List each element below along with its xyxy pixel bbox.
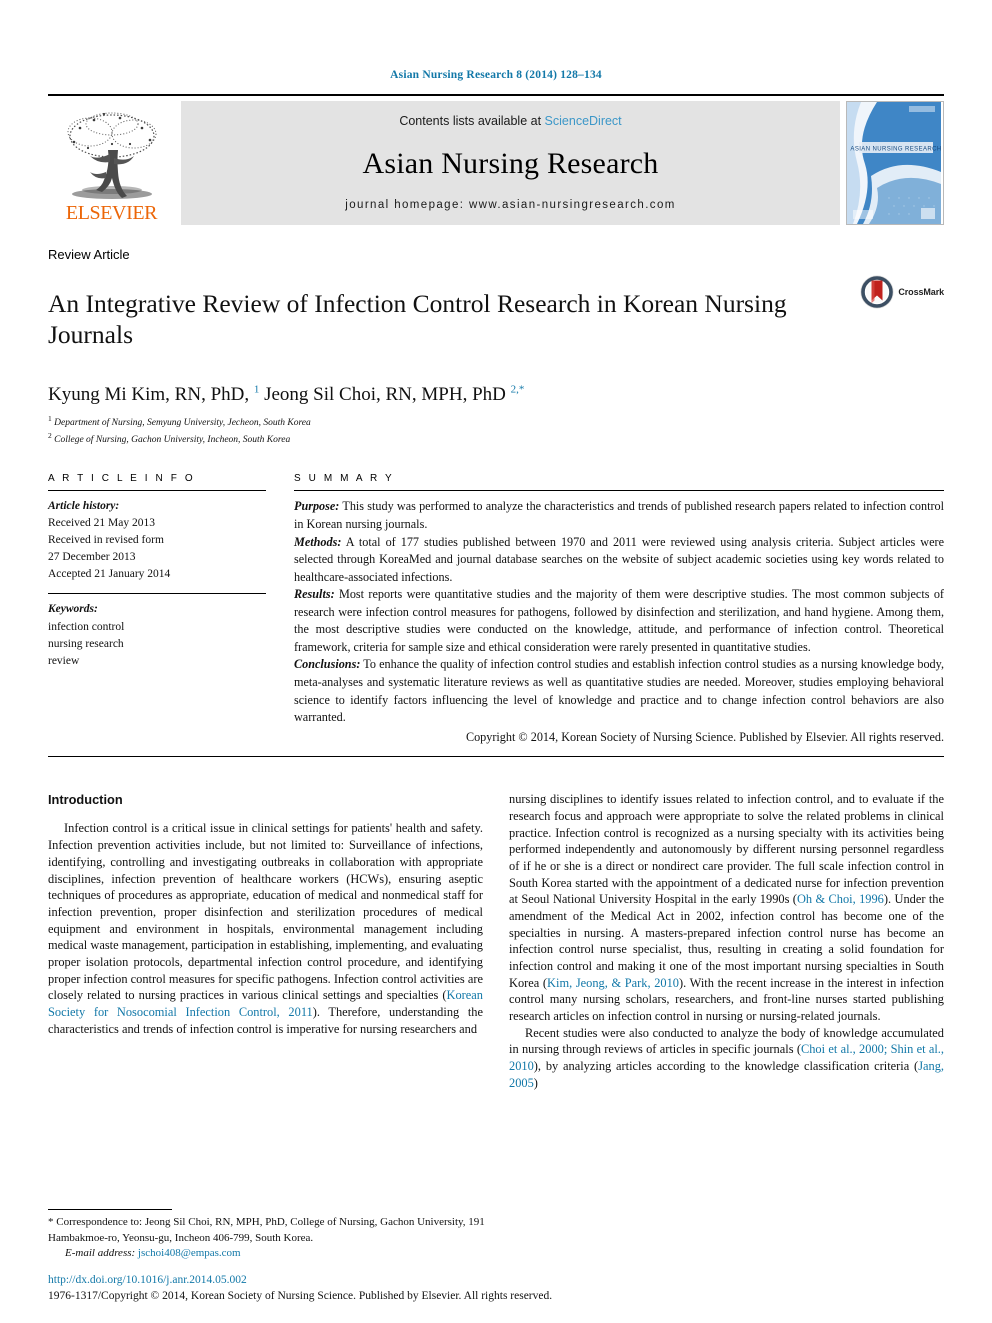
intro-paragraph-left: Infection control is a critical issue in… [48, 821, 483, 1036]
crossmark-badge[interactable]: CrossMark [860, 275, 944, 309]
summary-column: S U M M A R Y Purpose: This study was pe… [294, 473, 944, 746]
summary-results: Results: Most reports were quantitative … [294, 586, 944, 656]
running-head: Asian Nursing Research 8 (2014) 128–134 [390, 69, 602, 81]
keyword-item: review [48, 654, 80, 667]
summary-body: Purpose: This study was performed to ana… [294, 491, 944, 746]
sciencedirect-link[interactable]: ScienceDirect [545, 114, 622, 128]
summary-conclusions: Conclusions: To enhance the quality of i… [294, 656, 944, 726]
doi-link[interactable]: http://dx.doi.org/10.1016/j.anr.2014.05.… [48, 1272, 948, 1289]
author-list: Kyung Mi Kim, RN, PhD, 1 Jeong Sil Choi,… [48, 384, 525, 406]
correspondence-footnote: * Correspondence to: Jeong Sil Choi, RN,… [48, 1209, 485, 1261]
section-heading-introduction: Introduction [48, 792, 123, 808]
keywords-block: Keywords: infection control nursing rese… [48, 594, 266, 679]
summary-purpose: Purpose: This study was performed to ana… [294, 498, 944, 533]
body-column-left: Introduction Infection control is a crit… [48, 791, 483, 1091]
paper-page: Asian Nursing Research 8 (2014) 128–134 [0, 0, 992, 1323]
journal-cover-art: ASIAN NURSING RESEARCH [847, 102, 941, 224]
header-divider [48, 94, 944, 96]
affiliations: 1 Department of Nursing, Semyung Univers… [48, 414, 944, 447]
summary-methods-label: Methods: [294, 534, 342, 549]
article-info-column: A R T I C L E I N F O Article history: R… [48, 473, 266, 746]
affiliation-2: 2 College of Nursing, Gachon University,… [48, 430, 291, 445]
history-line: Received 21 May 2013 [48, 517, 155, 530]
correspondence-text: * Correspondence to: Jeong Sil Choi, RN,… [48, 1216, 485, 1244]
journal-banner: ELSEVIER Contents lists available at Sci… [48, 101, 944, 225]
history-line: Accepted 21 January 2014 [48, 568, 171, 581]
summary-results-text: Most reports were quantitative studies a… [294, 587, 944, 654]
summary-purpose-label: Purpose: [294, 499, 340, 514]
article-info-heading: A R T I C L E I N F O [48, 473, 196, 485]
article-type: Review Article [48, 247, 130, 262]
elsevier-wordmark: ELSEVIER [65, 202, 158, 224]
footnote-rule [48, 1209, 172, 1211]
keywords-label: Keywords: [48, 603, 98, 616]
summary-conclusions-text: To enhance the quality of infection cont… [294, 657, 944, 725]
title-row: An Integrative Review of Infection Contr… [48, 271, 944, 367]
summary-purpose-text: This study was performed to analyze the … [294, 499, 944, 531]
summary-results-label: Results: [294, 587, 335, 602]
intro-paragraph-right-2: Recent studies were also conducted to an… [509, 1025, 944, 1090]
journal-homepage[interactable]: journal homepage: www.asian-nursingresea… [345, 199, 675, 211]
summary-copyright: Copyright © 2014, Korean Society of Nurs… [465, 729, 944, 744]
intro-paragraph-right-continued: nursing disciplines to identify issues r… [509, 792, 944, 1024]
issn-copyright-line: 1976-1317/Copyright © 2014, Korean Socie… [48, 1290, 553, 1303]
journal-cover-thumbnail: ASIAN NURSING RESEARCH [846, 101, 944, 225]
affiliation-1: 1 Department of Nursing, Semyung Univers… [48, 414, 311, 429]
elsevier-logo: ELSEVIER [48, 101, 175, 225]
summary-heading: S U M M A R Y [294, 473, 395, 485]
body-columns: Introduction Infection control is a crit… [48, 791, 944, 1091]
affiliation-2-text: College of Nursing, Gachon University, I… [54, 434, 291, 445]
email-line: E-mail address: jschoi408@empas.com [65, 1246, 485, 1261]
summary-conclusions-label: Conclusions: [294, 657, 361, 672]
article-info-summary: A R T I C L E I N F O Article history: R… [48, 473, 944, 746]
article-info-rule-bottom [48, 756, 944, 758]
history-line: Received in revised form [48, 534, 164, 547]
article-history-block: Article history: Received 21 May 2013 Re… [48, 491, 266, 593]
keyword-item: nursing research [48, 637, 124, 650]
contents-prefix: Contents lists available at [399, 114, 542, 128]
svg-text:ASIAN NURSING RESEARCH: ASIAN NURSING RESEARCH [850, 147, 941, 153]
keyword-item: infection control [48, 620, 125, 633]
journal-banner-center: Contents lists available at ScienceDirec… [181, 101, 840, 225]
email-link[interactable]: jschoi408@empas.com [138, 1247, 241, 1259]
affiliation-1-text: Department of Nursing, Semyung Universit… [54, 418, 311, 429]
history-line: 27 December 2013 [48, 551, 136, 564]
crossmark-label: CrossMark [898, 287, 944, 297]
crossmark-icon [860, 275, 894, 309]
contents-available-line: Contents lists available at ScienceDirec… [399, 114, 621, 128]
elsevier-tree-icon [67, 112, 156, 199]
article-history-label: Article history: [48, 500, 120, 513]
summary-methods: Methods: A total of 177 studies publishe… [294, 534, 944, 587]
email-label: E-mail address: [65, 1246, 136, 1259]
page-title: An Integrative Review of Infection Contr… [48, 289, 787, 350]
doi-footer: http://dx.doi.org/10.1016/j.anr.2014.05.… [48, 1272, 948, 1305]
summary-methods-text: A total of 177 studies published between… [294, 534, 944, 584]
journal-title: Asian Nursing Research [362, 146, 659, 180]
body-column-right: nursing disciplines to identify issues r… [509, 791, 944, 1091]
